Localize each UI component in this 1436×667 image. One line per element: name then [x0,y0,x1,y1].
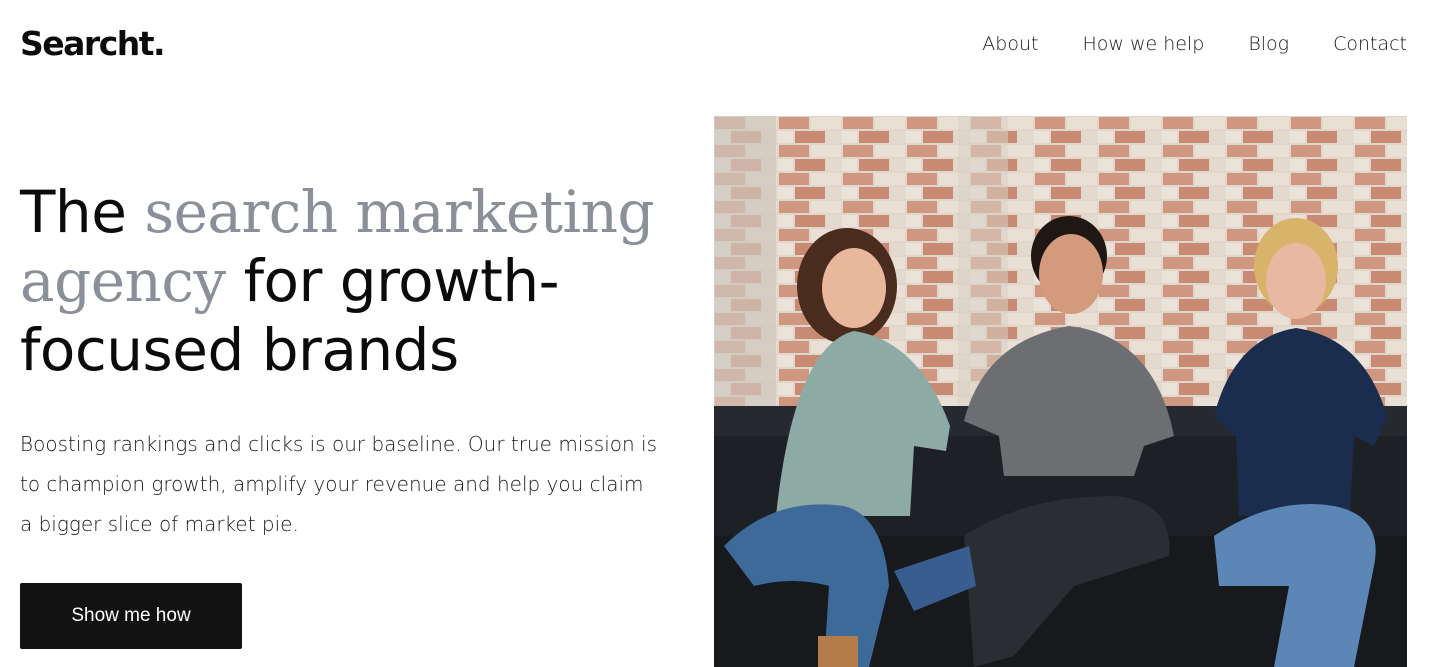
hero-lead-text: Boosting rankings and clicks is our base… [20,432,658,536]
hero-title: The search marketing agency for growth-fo… [20,178,680,385]
show-me-how-button[interactable]: Show me how [20,583,242,649]
hero-title-muted-1: search marketing [144,178,655,246]
nav-blog-link[interactable]: Blog [1248,30,1289,58]
main-nav: About How we help Blog Contact [982,30,1407,58]
hero-title-muted-2: agency [20,247,226,315]
team-photo [714,116,1407,667]
nav-contact-link[interactable]: Contact [1333,30,1407,58]
nav-about-link[interactable]: About [982,30,1038,58]
team-photo-illustration [714,116,1407,667]
site-header: Searcht. About How we help Blog Contact [0,0,1436,90]
hero-title-part1: The [20,178,145,246]
logo[interactable]: Searcht. [20,22,166,66]
nav-how-we-help-link[interactable]: How we help [1082,30,1204,58]
